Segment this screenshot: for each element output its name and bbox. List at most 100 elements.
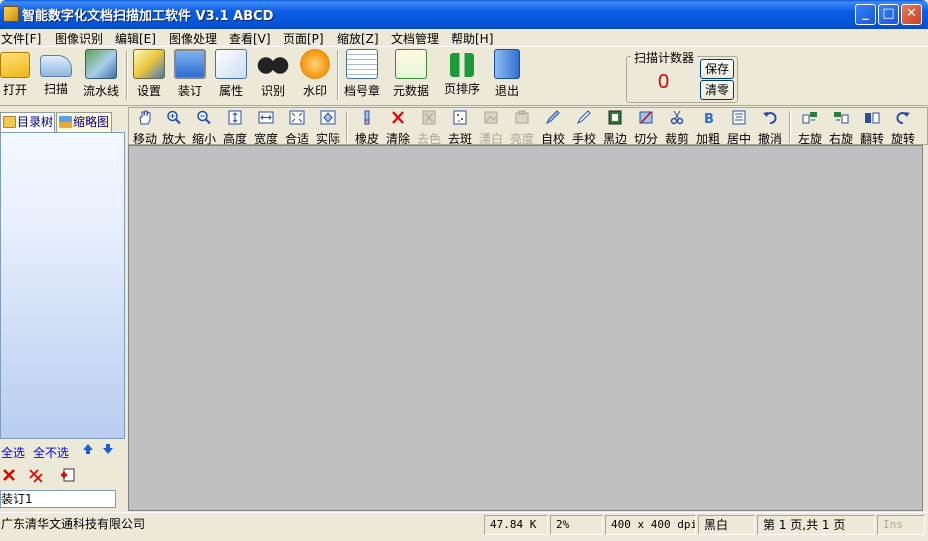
eraser-button[interactable]: 橡皮 [352, 110, 382, 147]
scan-counter-title: 扫描计数器 [631, 49, 698, 66]
zoom-out-button[interactable]: 缩小 [189, 110, 219, 147]
counter-save-button[interactable]: 保存 [700, 59, 734, 79]
menu-document-management[interactable]: 文档管理 [391, 30, 439, 47]
rotate-right-icon [834, 112, 849, 124]
brightness-button[interactable]: 亮度 [507, 110, 537, 147]
clear-button[interactable]: 清除 [383, 110, 413, 147]
rotate-left-button[interactable]: 左旋 [795, 110, 825, 147]
exit-button[interactable]: 退出 [490, 49, 524, 101]
whiten-button[interactable]: 漂白 [476, 110, 506, 147]
recognize-button[interactable]: 识别 [256, 49, 290, 101]
split-button[interactable]: 切分 [631, 110, 661, 147]
menu-view[interactable]: 查看[V] [229, 30, 271, 47]
fit-width-button[interactable]: 宽度 [251, 110, 281, 147]
rotate-right-button[interactable]: 右旋 [826, 110, 856, 147]
eraser-icon [364, 110, 370, 125]
fit-page-icon [289, 110, 305, 125]
scan-counter-value: 0 [658, 71, 670, 93]
page-sort-button[interactable]: 页排序 [442, 49, 482, 101]
maximize-button[interactable]: □ [878, 4, 899, 25]
tab-directory-tree[interactable]: 目录树 [0, 112, 55, 132]
counter-clear-button[interactable]: 清零 [700, 80, 734, 100]
hand-icon [139, 110, 151, 125]
flip-icon [865, 112, 880, 124]
pipeline-button[interactable]: 流水线 [80, 49, 122, 101]
metadata-icon [395, 49, 427, 79]
actual-size-button[interactable]: 实际 [313, 110, 343, 147]
undo-button[interactable]: 撤消 [755, 110, 785, 147]
stamp-icon [346, 49, 378, 79]
menu-image-processing[interactable]: 图像处理 [169, 30, 217, 47]
menu-page[interactable]: 页面[P] [283, 30, 324, 47]
fit-width-icon [258, 111, 274, 124]
zoom-in-button[interactable]: 放大 [159, 110, 189, 147]
black-border-icon [608, 110, 622, 125]
app-icon [3, 6, 19, 22]
fit-height-button[interactable]: 高度 [220, 110, 250, 147]
menu-image-recognition[interactable]: 图像识别 [55, 30, 103, 47]
menu-file[interactable]: 文件[F] [1, 30, 41, 47]
insert-page-icon[interactable] [60, 467, 76, 483]
menu-help[interactable]: 帮助[H] [451, 30, 493, 47]
pipeline-icon [85, 49, 117, 79]
delete-icon[interactable] [1, 467, 17, 483]
center-button[interactable]: 居中 [724, 110, 754, 147]
clear-x-icon [392, 111, 404, 124]
move-down-icon[interactable] [102, 443, 114, 455]
black-border-button[interactable]: 黑边 [600, 110, 630, 147]
watermark-button[interactable]: 水印 [298, 49, 332, 101]
minimize-button[interactable]: _ [855, 4, 876, 25]
binding-name-field[interactable]: 装订1 [0, 490, 116, 508]
toolbar-separator [789, 111, 791, 143]
move-up-icon[interactable] [82, 443, 94, 455]
close-button[interactable]: ✕ [901, 4, 922, 25]
exit-door-icon [494, 49, 520, 79]
status-file-size: 47.84 K [484, 515, 548, 535]
directory-tree-view[interactable] [0, 132, 125, 439]
toolbar-separator [346, 111, 348, 143]
sort-arrows-icon [450, 53, 474, 77]
tab-thumbnails[interactable]: 缩略图 [56, 112, 112, 132]
fit-height-icon [228, 110, 242, 125]
flip-button[interactable]: 翻转 [857, 110, 887, 147]
status-zoom: 2% [550, 515, 603, 535]
select-none-link[interactable]: 全不选 [33, 444, 69, 461]
archive-stamp-button[interactable]: 档号章 [342, 49, 382, 101]
decolor-icon [422, 110, 436, 125]
select-all-link[interactable]: 全选 [1, 444, 25, 461]
settings-button[interactable]: 设置 [132, 49, 166, 101]
delete-all-icon[interactable] [28, 467, 44, 483]
menu-bar: 文件[F] 图像识别 编辑[E] 图像处理 查看[V] 页面[P] 缩放[Z] … [0, 29, 928, 46]
open-button[interactable]: 打开 [0, 49, 30, 101]
properties-icon [215, 49, 247, 79]
brightness-icon [515, 110, 529, 124]
despeckle-icon [453, 110, 467, 125]
rotate-button[interactable]: 旋转 [888, 110, 918, 147]
svg-text:B: B [704, 112, 714, 125]
properties-button[interactable]: 属性 [214, 49, 248, 101]
decolor-button[interactable]: 去色 [414, 110, 444, 147]
folder-icon [0, 52, 30, 78]
despeckle-button[interactable]: 去斑 [445, 110, 475, 147]
bold-button[interactable]: B 加粗 [693, 110, 723, 147]
auto-deskew-button[interactable]: 自校 [538, 110, 568, 147]
image-canvas[interactable] [128, 145, 923, 511]
status-company: 广东清华文通科技有限公司 [1, 517, 146, 531]
toolbar-separator [337, 50, 339, 100]
metadata-button[interactable]: 元数据 [390, 49, 432, 101]
manual-deskew-button[interactable]: 手校 [569, 110, 599, 147]
actual-size-icon [320, 110, 336, 125]
menu-zoom[interactable]: 缩放[Z] [337, 30, 379, 47]
fit-page-button[interactable]: 合适 [282, 110, 312, 147]
bold-icon: B [704, 112, 714, 127]
thumbnail-icon [59, 116, 72, 128]
status-resolution: 400 x 400 dpi [605, 515, 696, 535]
pen-icon [545, 110, 560, 125]
move-button[interactable]: 移动 [130, 110, 160, 147]
monitor-icon [174, 49, 206, 79]
menu-edit[interactable]: 编辑[E] [115, 30, 156, 47]
settings-icon [133, 49, 165, 79]
scan-button[interactable]: 扫描 [39, 49, 73, 101]
crop-button[interactable]: 裁剪 [662, 110, 692, 147]
bind-button[interactable]: 装订 [173, 49, 207, 101]
